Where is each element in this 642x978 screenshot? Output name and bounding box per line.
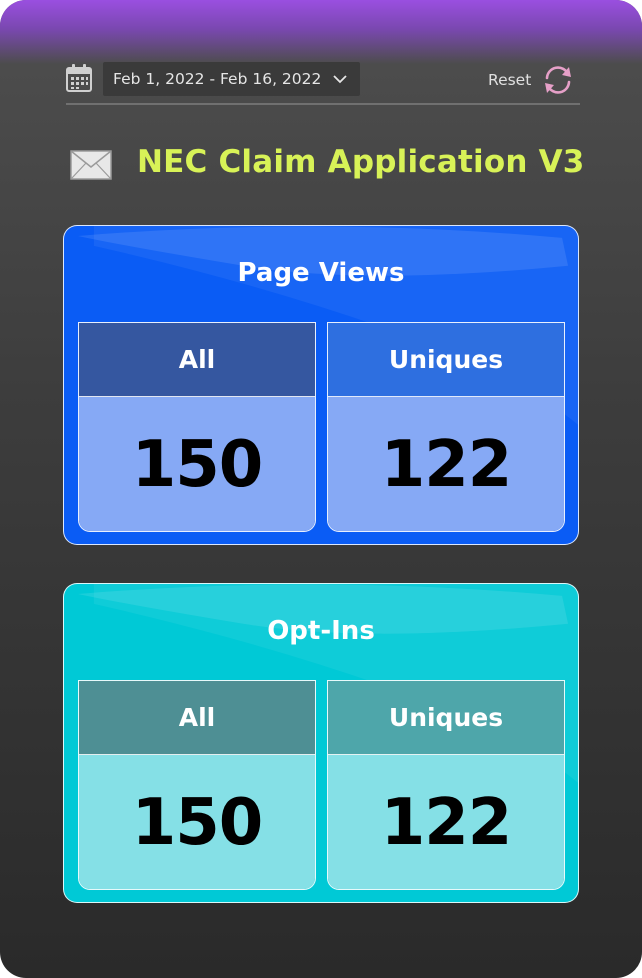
page-views-uniques-value: 122 <box>328 397 564 531</box>
page-views-all-value: 150 <box>79 397 315 531</box>
page-views-all-cell: All 150 <box>78 322 316 532</box>
opt-ins-all-value: 150 <box>79 755 315 889</box>
page-views-card: Page Views All 150 Uniques 122 <box>63 225 579 545</box>
mail-icon <box>70 150 112 180</box>
opt-ins-uniques-value: 122 <box>328 755 564 889</box>
chevron-down-icon <box>333 75 347 84</box>
page-views-all-label: All <box>79 323 315 397</box>
opt-ins-uniques-label: Uniques <box>328 681 564 755</box>
page-views-uniques-label: Uniques <box>328 323 564 397</box>
top-accent-bar <box>0 0 642 64</box>
refresh-icon[interactable] <box>541 64 575 96</box>
reset-button-label[interactable]: Reset <box>488 71 531 89</box>
date-range-select[interactable]: Feb 1, 2022 - Feb 16, 2022 <box>103 62 360 96</box>
opt-ins-all-cell: All 150 <box>78 680 316 890</box>
header-divider <box>66 103 580 105</box>
page-views-title: Page Views <box>237 258 405 288</box>
date-range-value: Feb 1, 2022 - Feb 16, 2022 <box>113 70 322 88</box>
opt-ins-title: Opt-Ins <box>267 616 375 646</box>
page-title: NEC Claim Application V3 <box>137 144 585 180</box>
page-views-uniques-cell: Uniques 122 <box>327 322 565 532</box>
opt-ins-uniques-cell: Uniques 122 <box>327 680 565 890</box>
opt-ins-card: Opt-Ins All 150 Uniques 122 <box>63 583 579 903</box>
app-screen: Feb 1, 2022 - Feb 16, 2022 Reset NEC Cla… <box>0 0 642 978</box>
opt-ins-all-label: All <box>79 681 315 755</box>
calendar-icon[interactable] <box>66 64 92 92</box>
